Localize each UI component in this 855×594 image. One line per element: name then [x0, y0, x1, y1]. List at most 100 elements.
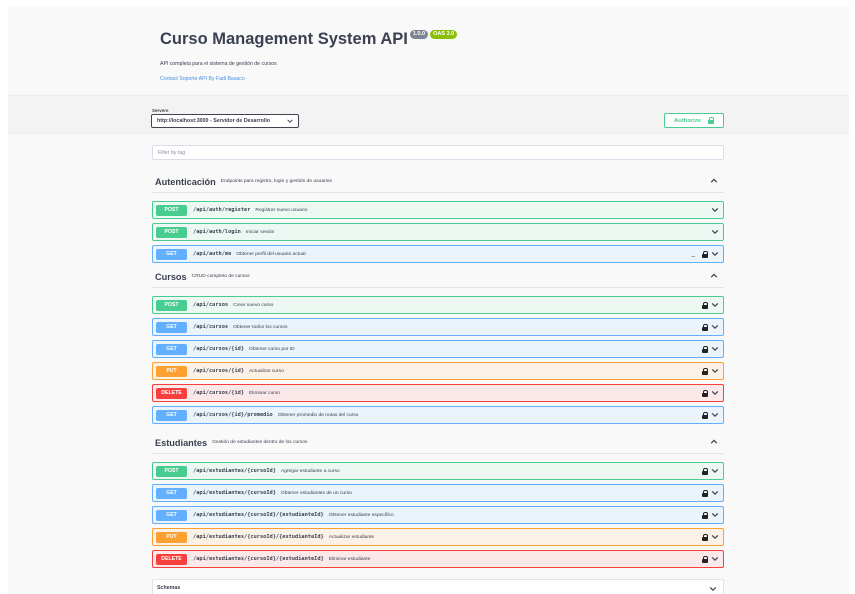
chevron-down-icon[interactable]	[711, 411, 719, 419]
authorize-button[interactable]: Authorize	[664, 113, 724, 128]
tag-description: CRUD completo de cursos	[191, 274, 250, 279]
tag-section-header[interactable]: Cursos CRUD completo de cursos	[152, 266, 724, 288]
endpoint-path: /api/cursos/{id}/promedio	[193, 412, 273, 418]
endpoint-path: /api/cursos/{id}	[193, 390, 245, 396]
chevron-down-icon[interactable]	[711, 389, 719, 397]
operation-row-get[interactable]: GET/api/cursos Obtener todos los cursos	[152, 318, 724, 336]
lock-icon[interactable]	[702, 511, 708, 519]
operation-controls: _	[692, 250, 719, 258]
copy-path-icon[interactable]: _	[692, 251, 695, 257]
operation-controls	[702, 323, 719, 331]
endpoint-path: /api/estudiantes/{cursoId}/{estudianteId…	[193, 512, 324, 518]
operation-row-get[interactable]: GET/api/cursos/{id}/promedio Obtener prom…	[152, 406, 724, 424]
tag-description: Gestión de estudiantes dentro de los cur…	[212, 440, 308, 445]
chevron-down-icon[interactable]	[711, 555, 719, 563]
operation-row-post[interactable]: POST/api/auth/register Registrar nuevo us…	[152, 201, 724, 219]
chevron-down-icon[interactable]	[711, 489, 719, 497]
chevron-down-icon[interactable]	[711, 467, 719, 475]
tag-section-header[interactable]: Autenticación Endpoints para registro, lo…	[152, 171, 724, 193]
http-method-badge: GET	[156, 248, 187, 260]
chevron-down-icon[interactable]	[711, 533, 719, 541]
endpoint-summary: Registrar nuevo usuario	[255, 207, 308, 213]
endpoint-summary: Obtener perfil del usuario actual	[236, 251, 306, 257]
endpoint-path: /api/cursos/{id}	[193, 346, 245, 352]
endpoint-path: /api/estudiantes/{cursoId}	[193, 468, 276, 474]
http-method-badge: DELETE	[156, 553, 187, 565]
lock-icon[interactable]	[702, 489, 708, 497]
lock-icon[interactable]	[702, 389, 708, 397]
lock-icon[interactable]	[702, 323, 708, 331]
version-badge: 1.0.0	[409, 30, 429, 39]
operation-controls	[702, 345, 719, 353]
operation-row-get[interactable]: GET/api/estudiantes/{cursoId} Obtener est…	[152, 484, 724, 502]
lock-icon[interactable]	[702, 555, 708, 563]
operation-controls	[702, 511, 719, 519]
operation-row-put[interactable]: PUT/api/estudiantes/{cursoId}/{estudiant…	[152, 528, 724, 546]
operation-controls	[702, 411, 719, 419]
operation-row-get[interactable]: GET/api/cursos/{id} Obtener curso por ID	[152, 340, 724, 358]
chevron-down-icon	[287, 119, 293, 123]
chevron-down-icon[interactable]	[711, 345, 719, 353]
chevron-down-icon[interactable]	[711, 301, 719, 309]
chevron-down-icon[interactable]	[711, 511, 719, 519]
operation-row-post[interactable]: POST/api/auth/login Iniciar sesión	[152, 223, 724, 241]
oas-badge: OAS 3.0	[430, 30, 458, 39]
contact-link[interactable]: Contact Soporte API By Fadi Basaco	[160, 76, 740, 82]
lock-icon	[707, 117, 714, 124]
endpoint-summary: Iniciar sesión	[245, 229, 275, 235]
chevron-down-icon[interactable]	[711, 206, 719, 214]
operation-controls	[711, 206, 719, 214]
lock-icon[interactable]	[702, 411, 708, 419]
endpoint-path: /api/auth/register	[193, 207, 251, 213]
chevron-down-icon[interactable]	[711, 250, 719, 258]
operation-controls	[702, 555, 719, 563]
lock-icon[interactable]	[702, 301, 708, 309]
operation-row-get[interactable]: GET/api/auth/me Obtener perfil del usuari…	[152, 245, 724, 263]
operation-row-get[interactable]: GET/api/estudiantes/{cursoId}/{estudiant…	[152, 506, 724, 524]
endpoint-path: /api/cursos	[193, 324, 229, 330]
chevron-up-icon[interactable]	[710, 438, 718, 446]
endpoint-path: /api/cursos	[193, 302, 229, 308]
operation-controls	[702, 389, 719, 397]
endpoint-path: /api/cursos/{id}	[193, 368, 245, 374]
http-method-badge: GET	[156, 321, 187, 333]
servers-label: Servers	[152, 108, 169, 113]
filter-by-tag-input[interactable]: Filter by tag	[152, 145, 724, 160]
chevron-up-icon[interactable]	[710, 177, 718, 185]
endpoint-summary: Obtener todos los cursos	[233, 324, 288, 330]
http-method-badge: POST	[156, 226, 187, 238]
lock-icon[interactable]	[702, 250, 708, 258]
endpoint-summary: Agregar estudiante a curso	[280, 468, 340, 474]
chevron-down-icon[interactable]	[711, 228, 719, 236]
chevron-down-icon	[709, 586, 717, 592]
tag-name: Estudiantes	[155, 437, 208, 448]
lock-icon[interactable]	[702, 367, 708, 375]
endpoint-summary: Obtener curso por ID	[249, 346, 295, 352]
operation-row-post[interactable]: POST/api/cursos Crear nuevo curso	[152, 296, 724, 314]
tag-section-header[interactable]: Estudiantes Gestión de estudiantes dentro…	[152, 432, 724, 454]
authorize-label: Authorize	[674, 117, 701, 124]
schemas-section[interactable]: Schemas	[152, 579, 724, 594]
chevron-up-icon[interactable]	[710, 272, 718, 280]
operation-controls	[702, 301, 719, 309]
operation-controls	[711, 228, 719, 236]
chevron-down-icon[interactable]	[711, 323, 719, 331]
operation-row-delete[interactable]: DELETE/api/estudiantes/{cursoId}/{estudi…	[152, 550, 724, 568]
lock-icon[interactable]	[702, 345, 708, 353]
http-method-badge: PUT	[156, 531, 187, 543]
lock-icon[interactable]	[702, 533, 708, 541]
endpoint-summary: Eliminar curso	[249, 390, 281, 396]
scheme-container: Servers http://localhost:3000 - Servidor…	[8, 95, 849, 135]
operation-row-post[interactable]: POST/api/estudiantes/{cursoId} Agregar es…	[152, 462, 724, 480]
api-description: API completa para el sistema de gestión …	[160, 61, 277, 67]
operation-row-delete[interactable]: DELETE/api/cursos/{id} Eliminar curso	[152, 384, 724, 402]
servers-select[interactable]: http://localhost:3000 - Servidor de Desa…	[151, 114, 299, 128]
api-info: Curso Management System API 1.0.0 OAS 3.…	[160, 30, 740, 82]
endpoint-path: /api/auth/me	[193, 251, 232, 257]
lock-icon[interactable]	[702, 467, 708, 475]
schemas-label: Schemas	[157, 585, 181, 591]
operation-controls	[702, 533, 719, 541]
operation-row-put[interactable]: PUT/api/cursos/{id} Actualizar curso	[152, 362, 724, 380]
tag-name: Autenticación	[155, 176, 216, 187]
chevron-down-icon[interactable]	[711, 367, 719, 375]
